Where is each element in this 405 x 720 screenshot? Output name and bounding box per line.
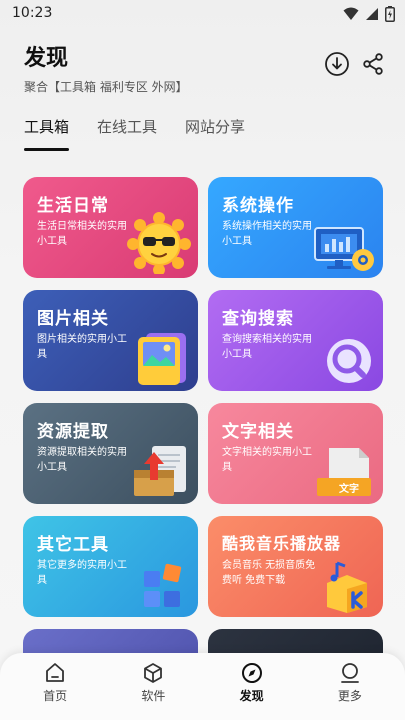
download-icon	[325, 52, 349, 76]
page-header: 发现 聚合【工具箱 福利专区 外网】	[24, 40, 387, 94]
monitor-gear-icon	[314, 227, 374, 271]
wifi-icon	[343, 7, 359, 20]
nav-label: 软件	[141, 689, 166, 703]
card-text[interactable]: 文字相关 文字相关的实用小工具 文字	[208, 403, 383, 504]
tab-bar: 工具箱 在线工具 网站分享	[24, 116, 245, 151]
card-desc: 图片相关的实用小工具	[37, 334, 127, 360]
picture-icon	[138, 333, 186, 385]
card-desc: 查询搜索相关的实用小工具	[222, 334, 312, 360]
box-extract-icon	[134, 446, 186, 496]
card-desc: 其它更多的实用小工具	[37, 560, 127, 586]
card-title: 图片相关	[37, 309, 109, 329]
home-icon	[46, 663, 65, 682]
nav-label: 首页	[43, 689, 68, 703]
magnifier-icon	[327, 339, 371, 383]
card-title: 查询搜索	[222, 309, 294, 329]
card-title: 酷我音乐播放器	[222, 534, 342, 553]
card-life-daily[interactable]: 生活日常 生活日常相关的实用小工具	[23, 177, 198, 278]
card-image[interactable]: 图片相关 图片相关的实用小工具	[23, 290, 198, 391]
compass-icon	[241, 663, 262, 683]
card-title: 生活日常	[37, 196, 109, 216]
card-desc: 文字相关的实用小工具	[222, 447, 312, 473]
card-title: 其它工具	[37, 535, 109, 555]
battery-icon	[385, 6, 395, 22]
blocks-icon	[144, 563, 182, 607]
card-kuwo-music[interactable]: 酷我音乐播放器 会员音乐 无损音质免费听 免费下载	[208, 516, 383, 617]
nav-label: 发现	[239, 689, 264, 703]
nav-software[interactable]: 软件	[113, 653, 193, 720]
card-desc: 生活日常相关的实用小工具	[37, 221, 127, 247]
share-icon	[363, 53, 383, 75]
status-icons	[343, 6, 395, 22]
card-system-ops[interactable]: 系统操作 系统操作相关的实用小工具	[208, 177, 383, 278]
card-title: 资源提取	[37, 422, 109, 442]
card-desc: 会员音乐 无损音质免费听 免费下载	[222, 560, 316, 586]
page-subtitle: 聚合【工具箱 福利专区 外网】	[24, 80, 188, 94]
kuwo-music-icon	[327, 561, 367, 613]
sun-sunglasses-icon	[127, 212, 191, 274]
tab-website-share[interactable]: 网站分享	[185, 116, 245, 151]
signal-icon	[366, 8, 378, 20]
card-search[interactable]: 查询搜索 查询搜索相关的实用小工具	[208, 290, 383, 391]
text-badge: 文字	[339, 484, 359, 495]
nav-label: 更多	[337, 689, 362, 703]
card-desc: 系统操作相关的实用小工具	[222, 221, 312, 247]
status-bar: 10:23	[0, 0, 405, 28]
card-other-tools[interactable]: 其它工具 其它更多的实用小工具	[23, 516, 198, 617]
card-desc: 资源提取相关的实用小工具	[37, 447, 127, 473]
tab-toolbox[interactable]: 工具箱	[24, 116, 70, 151]
card-resource-extract[interactable]: 资源提取 资源提取相关的实用小工具	[23, 403, 198, 504]
card-title: 文字相关	[222, 422, 294, 442]
tab-online-tools[interactable]: 在线工具	[97, 116, 157, 151]
card-title: 系统操作	[222, 196, 294, 216]
more-icon	[340, 663, 359, 683]
nav-more[interactable]: 更多	[310, 653, 390, 720]
status-time: 10:23	[12, 5, 53, 21]
download-button[interactable]	[323, 50, 351, 78]
share-button[interactable]	[359, 50, 387, 78]
nav-home[interactable]: 首页	[15, 653, 95, 720]
nav-discover[interactable]: 发现	[212, 653, 292, 720]
bottom-nav: 首页 软件 发现 更多	[0, 653, 405, 720]
cube-icon	[144, 663, 163, 683]
